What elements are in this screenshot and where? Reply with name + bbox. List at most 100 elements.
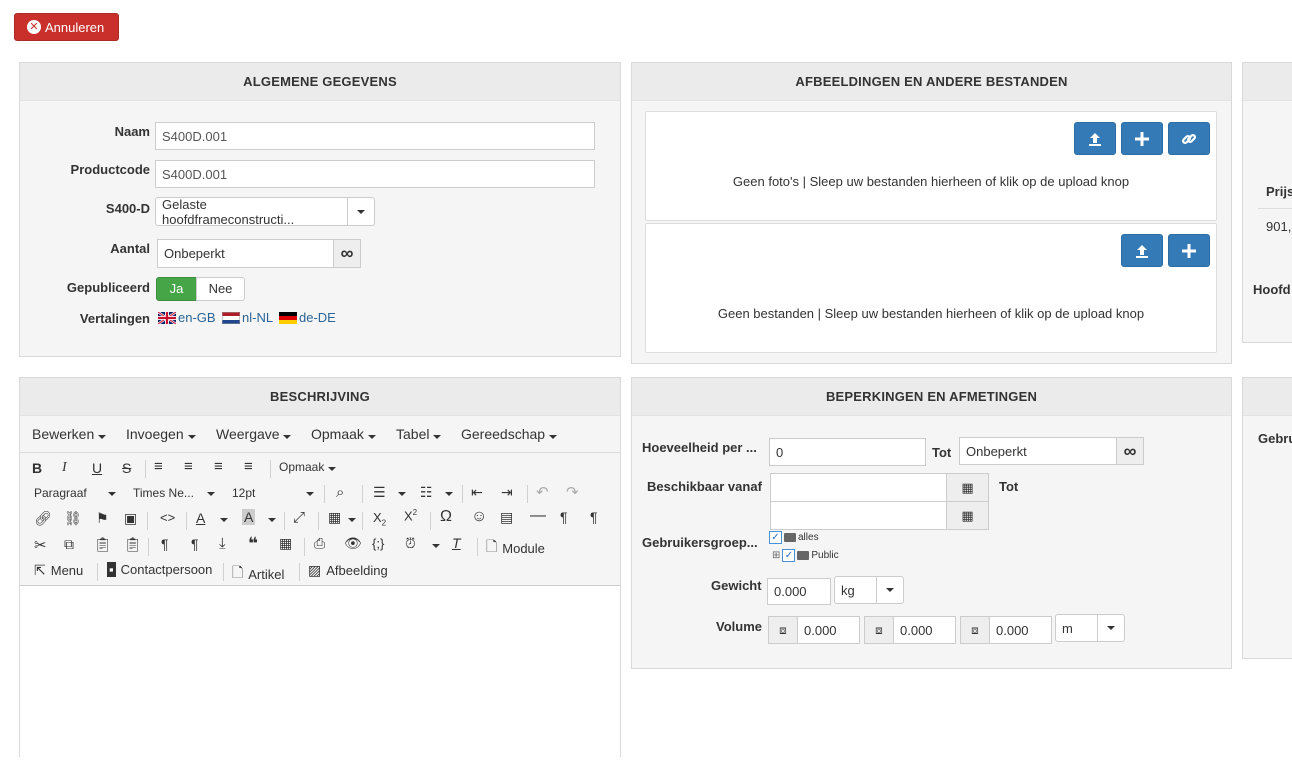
formats-dropdown[interactable]: Opmaak — [279, 460, 336, 474]
anchor-icon[interactable]: ⚑ — [96, 510, 109, 527]
align-left-icon[interactable]: ≡ — [154, 458, 163, 475]
published-yes-button[interactable]: Ja — [156, 277, 197, 301]
category-select[interactable]: Gelaste hoofdframeconstructi... — [155, 197, 348, 227]
photos-dropzone[interactable]: Geen foto's | Sleep uw bestanden hierhee… — [645, 111, 1217, 221]
qty-to-input[interactable]: Onbeperkt — [959, 437, 1117, 465]
article-button[interactable]: 🗋︎ Artikel — [232, 562, 284, 586]
page-break-icon[interactable]: ⤓ — [219, 535, 226, 552]
available-to-input[interactable] — [770, 501, 948, 530]
background-color-icon[interactable]: A — [242, 509, 256, 525]
group-tree-public[interactable]: ⊞ ✓ Public — [772, 549, 839, 562]
rtl-icon[interactable]: ¶ — [590, 509, 598, 525]
underline-button[interactable]: U — [92, 460, 102, 476]
available-from-input[interactable] — [770, 473, 948, 502]
template-icon[interactable]: ▦ — [279, 535, 292, 552]
contact-button[interactable]: ▪ Contactpersoon — [107, 562, 212, 577]
upload-photo-button[interactable] — [1074, 122, 1116, 155]
group-tree-alles[interactable]: ✓ alles — [769, 531, 819, 544]
paragraph-dropdown[interactable]: Paragraaf — [34, 486, 87, 500]
quantity-input[interactable]: Onbeperkt — [157, 239, 335, 268]
module-button[interactable]: 🗋︎ Module — [486, 536, 545, 560]
menu-view[interactable]: Weergave — [216, 426, 292, 442]
files-dropzone[interactable]: Geen bestanden | Sleep uw bestanden hier… — [645, 223, 1217, 353]
available-from-calendar-button[interactable]: ▦ — [946, 473, 989, 502]
category-dropdown-button[interactable] — [347, 197, 375, 226]
add-file-button[interactable] — [1168, 234, 1210, 267]
visual-blocks-icon[interactable]: ¶ — [191, 536, 199, 552]
link-photo-button[interactable] — [1168, 122, 1210, 155]
align-right-icon[interactable]: ≡ — [214, 458, 223, 475]
menu-edit[interactable]: Bewerken — [32, 426, 107, 442]
volume-height-input[interactable]: 0.000 — [989, 616, 1052, 644]
emoticon-icon[interactable]: ☺ — [471, 508, 487, 526]
redo-icon[interactable]: ↷ — [566, 483, 579, 501]
indent-icon[interactable]: ⇥ — [501, 484, 513, 501]
name-input[interactable]: S400D.001 — [155, 122, 595, 150]
menu-link-button[interactable]: ⇱ Menu — [34, 562, 83, 579]
translation-de[interactable]: de-DE — [279, 310, 336, 325]
translation-nl[interactable]: nl-NL — [222, 310, 273, 325]
add-photo-button[interactable] — [1121, 122, 1163, 155]
cancel-button[interactable]: ✕ Annuleren — [14, 13, 119, 41]
code-icon[interactable]: <> — [160, 510, 175, 525]
image-icon[interactable]: ▣ — [124, 510, 137, 527]
checkbox-checked-icon[interactable]: ✓ — [769, 531, 782, 544]
paste-text-icon[interactable]: 📋︎ — [124, 536, 142, 553]
visual-chars-icon[interactable]: ¶ — [161, 536, 169, 552]
blockquote-icon[interactable]: ❝ — [248, 534, 258, 554]
cut-icon[interactable]: ✂ — [34, 536, 47, 554]
unlimited-toggle[interactable]: ∞ — [333, 239, 361, 268]
font-dropdown[interactable]: Times Ne... — [133, 486, 194, 500]
numbered-list-icon[interactable]: ☷ — [420, 484, 433, 501]
align-center-icon[interactable]: ≡ — [184, 458, 193, 475]
find-replace-icon[interactable]: ⌕ — [336, 484, 344, 501]
translation-en[interactable]: en-GB — [158, 310, 216, 325]
align-justify-icon[interactable]: ≡ — [244, 458, 253, 475]
code-input[interactable]: S400D.001 — [155, 160, 595, 188]
outdent-icon[interactable]: ⇤ — [471, 484, 483, 501]
expand-icon[interactable]: ⊞ — [772, 550, 780, 561]
upload-file-button[interactable] — [1121, 234, 1163, 267]
text-color-icon[interactable]: A — [196, 510, 205, 526]
ltr-icon[interactable]: ¶ — [560, 509, 568, 525]
menu-table[interactable]: Tabel — [396, 426, 442, 442]
volume-length-input[interactable]: 0.000 — [797, 616, 860, 644]
link-icon[interactable]: 🔗︎ — [34, 510, 52, 527]
special-char-icon[interactable]: Ω — [440, 508, 452, 526]
volume-unit-dropdown-button[interactable] — [1097, 614, 1125, 642]
checkbox-checked-icon[interactable]: ✓ — [782, 549, 796, 562]
undo-icon[interactable]: ↶ — [536, 483, 549, 501]
subscript-icon[interactable]: X2 — [373, 510, 386, 528]
clock-icon[interactable]: ⏰︎ — [405, 535, 416, 552]
italic-button[interactable]: I — [62, 460, 67, 476]
weight-unit-dropdown-button[interactable] — [876, 576, 904, 604]
bullet-list-icon[interactable]: ☰ — [373, 484, 386, 501]
qty-from-input[interactable]: 0 — [769, 438, 926, 466]
volume-unit-select[interactable]: m — [1055, 614, 1098, 642]
unlink-icon[interactable]: ⛓︎ — [64, 510, 82, 527]
image-insert-button[interactable]: ▨ Afbeelding — [308, 562, 388, 579]
qty-unlimited-toggle[interactable]: ∞ — [1116, 437, 1144, 465]
weight-unit-select[interactable]: kg — [834, 576, 877, 604]
copy-icon[interactable]: ⧉ — [64, 536, 74, 553]
fullscreen-icon[interactable]: ⤢ — [293, 509, 305, 526]
strikethrough-button[interactable]: S — [122, 460, 131, 476]
editor-content-area[interactable] — [20, 585, 620, 766]
preview-icon[interactable]: 👁︎ — [344, 535, 362, 552]
clear-format-icon[interactable]: T — [452, 535, 461, 551]
print-icon[interactable]: ⎙ — [314, 535, 325, 552]
superscript-icon[interactable]: X2 — [404, 508, 417, 523]
available-to-calendar-button[interactable]: ▦ — [946, 501, 989, 530]
code-sample-icon[interactable]: {;} — [372, 536, 384, 551]
menu-tools[interactable]: Gereedschap — [461, 426, 557, 442]
horizontal-rule-icon[interactable]: — — [530, 507, 546, 525]
bold-button[interactable]: B — [32, 460, 42, 476]
volume-width-input[interactable]: 0.000 — [893, 616, 956, 644]
weight-input[interactable]: 0.000 — [767, 578, 831, 605]
menu-insert[interactable]: Invoegen — [126, 426, 196, 442]
media-icon[interactable]: ▤ — [500, 509, 513, 526]
paste-icon[interactable]: 📋︎ — [94, 536, 112, 553]
table-icon[interactable]: ▦ — [328, 509, 341, 526]
menu-format[interactable]: Opmaak — [311, 426, 376, 442]
font-size-dropdown[interactable]: 12pt — [232, 486, 255, 500]
